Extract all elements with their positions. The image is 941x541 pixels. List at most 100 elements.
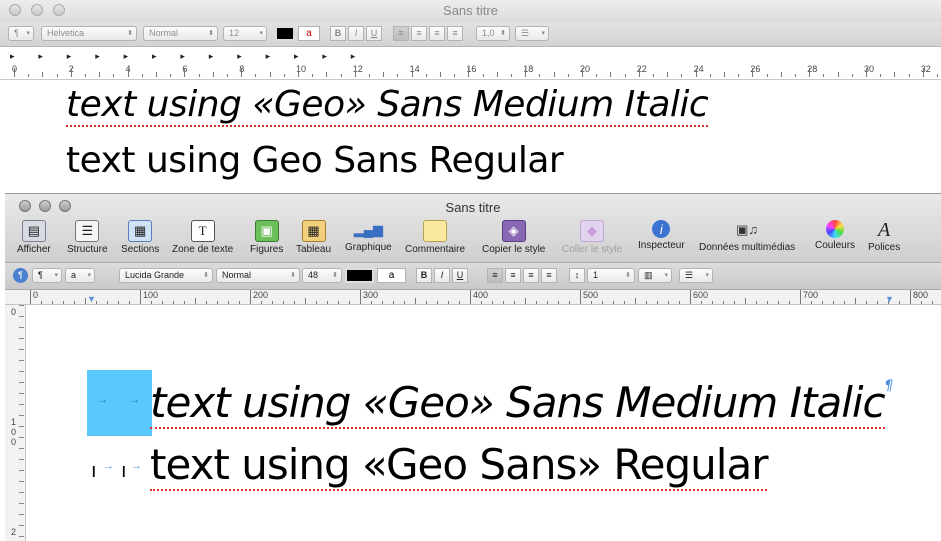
tab-stop-marker[interactable]: ▸ xyxy=(38,51,43,62)
ruler-tick xyxy=(141,74,143,77)
tab-stop-marker[interactable]: ▸ xyxy=(152,51,157,62)
highlight-color-well[interactable]: a xyxy=(377,268,406,283)
ruler-tick xyxy=(19,514,24,515)
font-family-popup[interactable]: Helvetica ⬍ xyxy=(41,26,137,41)
ruler-number: 1 xyxy=(11,417,17,427)
justify-button[interactable]: ≡ xyxy=(447,26,463,41)
ruler-tick xyxy=(298,68,299,77)
ruler-tick xyxy=(118,301,119,304)
toolbar-copier-le-style[interactable]: ◈ Copier le style xyxy=(482,220,545,255)
bold-button[interactable]: B xyxy=(330,26,346,41)
typeface-popup[interactable]: Normal ⬍ xyxy=(143,26,218,41)
horizontal-ruler[interactable]: 0 100 200 300 400 500 600 700 800 ▼ ▼ xyxy=(5,290,941,305)
tab-stop-marker[interactable]: ▸ xyxy=(209,51,214,62)
window-title: Sans titre xyxy=(445,200,501,215)
ruler-number: 2 xyxy=(11,527,17,537)
styles-drawer-button[interactable]: ¶ xyxy=(13,268,28,283)
ruler-tick xyxy=(602,301,603,304)
typeface-popup[interactable]: Normal ⬍ xyxy=(216,268,300,283)
tab-stop-marker[interactable]: ▸ xyxy=(124,51,129,62)
toolbar-tableau[interactable]: ▦ Tableau xyxy=(296,220,331,255)
paragraph-style-popup[interactable]: ¶ ▾ xyxy=(32,268,62,283)
toolbar-donnees-multimedias[interactable]: ▣♫ Données multimédias xyxy=(699,220,795,253)
format-bar: ¶ ▾ Helvetica ⬍ Normal ⬍ 12 ▾ a B I U ≡ ≡ ≡ … xyxy=(0,22,941,47)
line-1-text: text using «Geo» Sans Medium Italic xyxy=(150,378,886,429)
highlight-color-well[interactable]: a xyxy=(298,26,320,41)
ruler-tick xyxy=(382,301,383,304)
font-size-field[interactable]: 12 ▾ xyxy=(223,26,267,41)
document-line-1[interactable]: text using «Geo» Sans Medium Italic xyxy=(66,84,709,127)
ruler-tick xyxy=(255,74,257,77)
align-left-button[interactable]: ≡ xyxy=(393,26,409,41)
ruler-tick xyxy=(162,301,163,304)
toolbar-afficher[interactable]: ▤ Afficher xyxy=(17,220,51,255)
justify-button[interactable]: ≡ xyxy=(541,268,557,283)
text-color-well[interactable] xyxy=(345,268,374,283)
ruler-tick xyxy=(511,74,512,77)
ruler-tick xyxy=(19,305,24,306)
text-color-well[interactable] xyxy=(275,26,295,41)
ruler-tick xyxy=(19,492,24,493)
title-bar[interactable]: Sans titre ▤ Afficher ☰ Structure ▦ Section… xyxy=(5,194,941,263)
indent-marker[interactable]: ▼ xyxy=(87,294,96,304)
vertical-ruler[interactable]: 01002 xyxy=(5,305,26,541)
list-style-popup[interactable]: ☰ ▾ xyxy=(515,26,549,41)
underline-button[interactable]: U xyxy=(366,26,382,41)
bold-button[interactable]: B xyxy=(416,268,432,283)
title-bar[interactable]: Sans titre xyxy=(0,0,941,22)
italic-button[interactable]: I xyxy=(348,26,364,41)
indent-marker[interactable]: ▼ xyxy=(885,294,894,304)
paragraph-style-popup[interactable]: ¶ ▾ xyxy=(8,26,34,41)
toolbar-polices[interactable]: A Polices xyxy=(868,219,900,254)
ruler-tick xyxy=(809,68,811,77)
ruler-tick xyxy=(894,72,896,77)
tab-stop-marker[interactable]: ▸ xyxy=(322,51,327,62)
tab-stop-marker[interactable]: ▸ xyxy=(237,51,242,62)
ruler-tick xyxy=(338,301,339,304)
align-center-button[interactable]: ≡ xyxy=(505,268,521,283)
tab-stop-marker[interactable]: ▸ xyxy=(266,51,271,62)
document-line-2[interactable]: text using «Geo Sans» Regular xyxy=(150,440,768,491)
ruler-tick xyxy=(610,72,612,77)
toolbar-inspecteur[interactable]: i Inspecteur xyxy=(638,220,685,251)
ruler-tick xyxy=(437,301,438,304)
align-center-button[interactable]: ≡ xyxy=(411,26,427,41)
font-size-field[interactable]: 48 ⬍ xyxy=(302,268,342,283)
ruler-tick xyxy=(63,301,64,304)
toolbar-coller-le-style[interactable]: ◆ Coller le style xyxy=(562,220,622,255)
line-spacing-popup[interactable]: 1,0 ⬍ xyxy=(476,26,510,41)
tab-stop-marker[interactable]: ▸ xyxy=(67,51,72,62)
toolbar-graphique[interactable]: ▂▄▆ Graphique xyxy=(345,220,392,253)
toolbar-structure[interactable]: ☰ Structure xyxy=(67,220,108,255)
font-family-popup[interactable]: Lucida Grande ⬍ xyxy=(119,268,213,283)
tab-stop-marker[interactable]: ▸ xyxy=(294,51,299,62)
ruler-tick xyxy=(217,301,218,304)
tab-stop-marker[interactable]: ▸ xyxy=(180,51,185,62)
toolbar-sections[interactable]: ▦ Sections xyxy=(121,220,159,255)
document-line-2[interactable]: text using Geo Sans Regular xyxy=(66,140,564,181)
ruler-tick xyxy=(42,72,44,77)
italic-button[interactable]: I xyxy=(434,268,450,283)
list-style-popup[interactable]: ☰ ▾ xyxy=(679,268,713,283)
ruler-number: 800 xyxy=(913,290,929,300)
tab-stop-marker[interactable]: ▸ xyxy=(95,51,100,62)
ruler-tick xyxy=(14,68,15,77)
columns-popup[interactable]: ▥ ▾ xyxy=(638,268,672,283)
ruler-tick xyxy=(539,74,541,77)
toolbar-commentaire[interactable]: Commentaire xyxy=(405,220,465,255)
ruler[interactable]: 02468101214161820222426283032▸▸▸▸▸▸▸▸▸▸▸… xyxy=(0,47,941,80)
align-left-button[interactable]: ≡ xyxy=(487,268,503,283)
character-style-popup[interactable]: a ▾ xyxy=(65,268,95,283)
line-spacing-field[interactable]: 1 ⬍ xyxy=(587,268,635,283)
align-right-button[interactable]: ≡ xyxy=(523,268,539,283)
document-line-1[interactable]: text using «Geo» Sans Medium Italic¶ xyxy=(150,378,894,429)
ruler-tick xyxy=(470,290,471,304)
align-right-button[interactable]: ≡ xyxy=(429,26,445,41)
underline-button[interactable]: U xyxy=(452,268,468,283)
toolbar-couleurs[interactable]: Couleurs xyxy=(815,220,855,251)
tab-stop-marker[interactable]: ▸ xyxy=(351,51,356,62)
tab-stop-marker[interactable]: ▸ xyxy=(10,51,15,62)
tab-arrow-icon: → xyxy=(131,460,142,472)
toolbar-zone-de-texte[interactable]: T Zone de texte xyxy=(172,220,233,255)
toolbar-figures[interactable]: ▣ Figures xyxy=(250,220,283,255)
